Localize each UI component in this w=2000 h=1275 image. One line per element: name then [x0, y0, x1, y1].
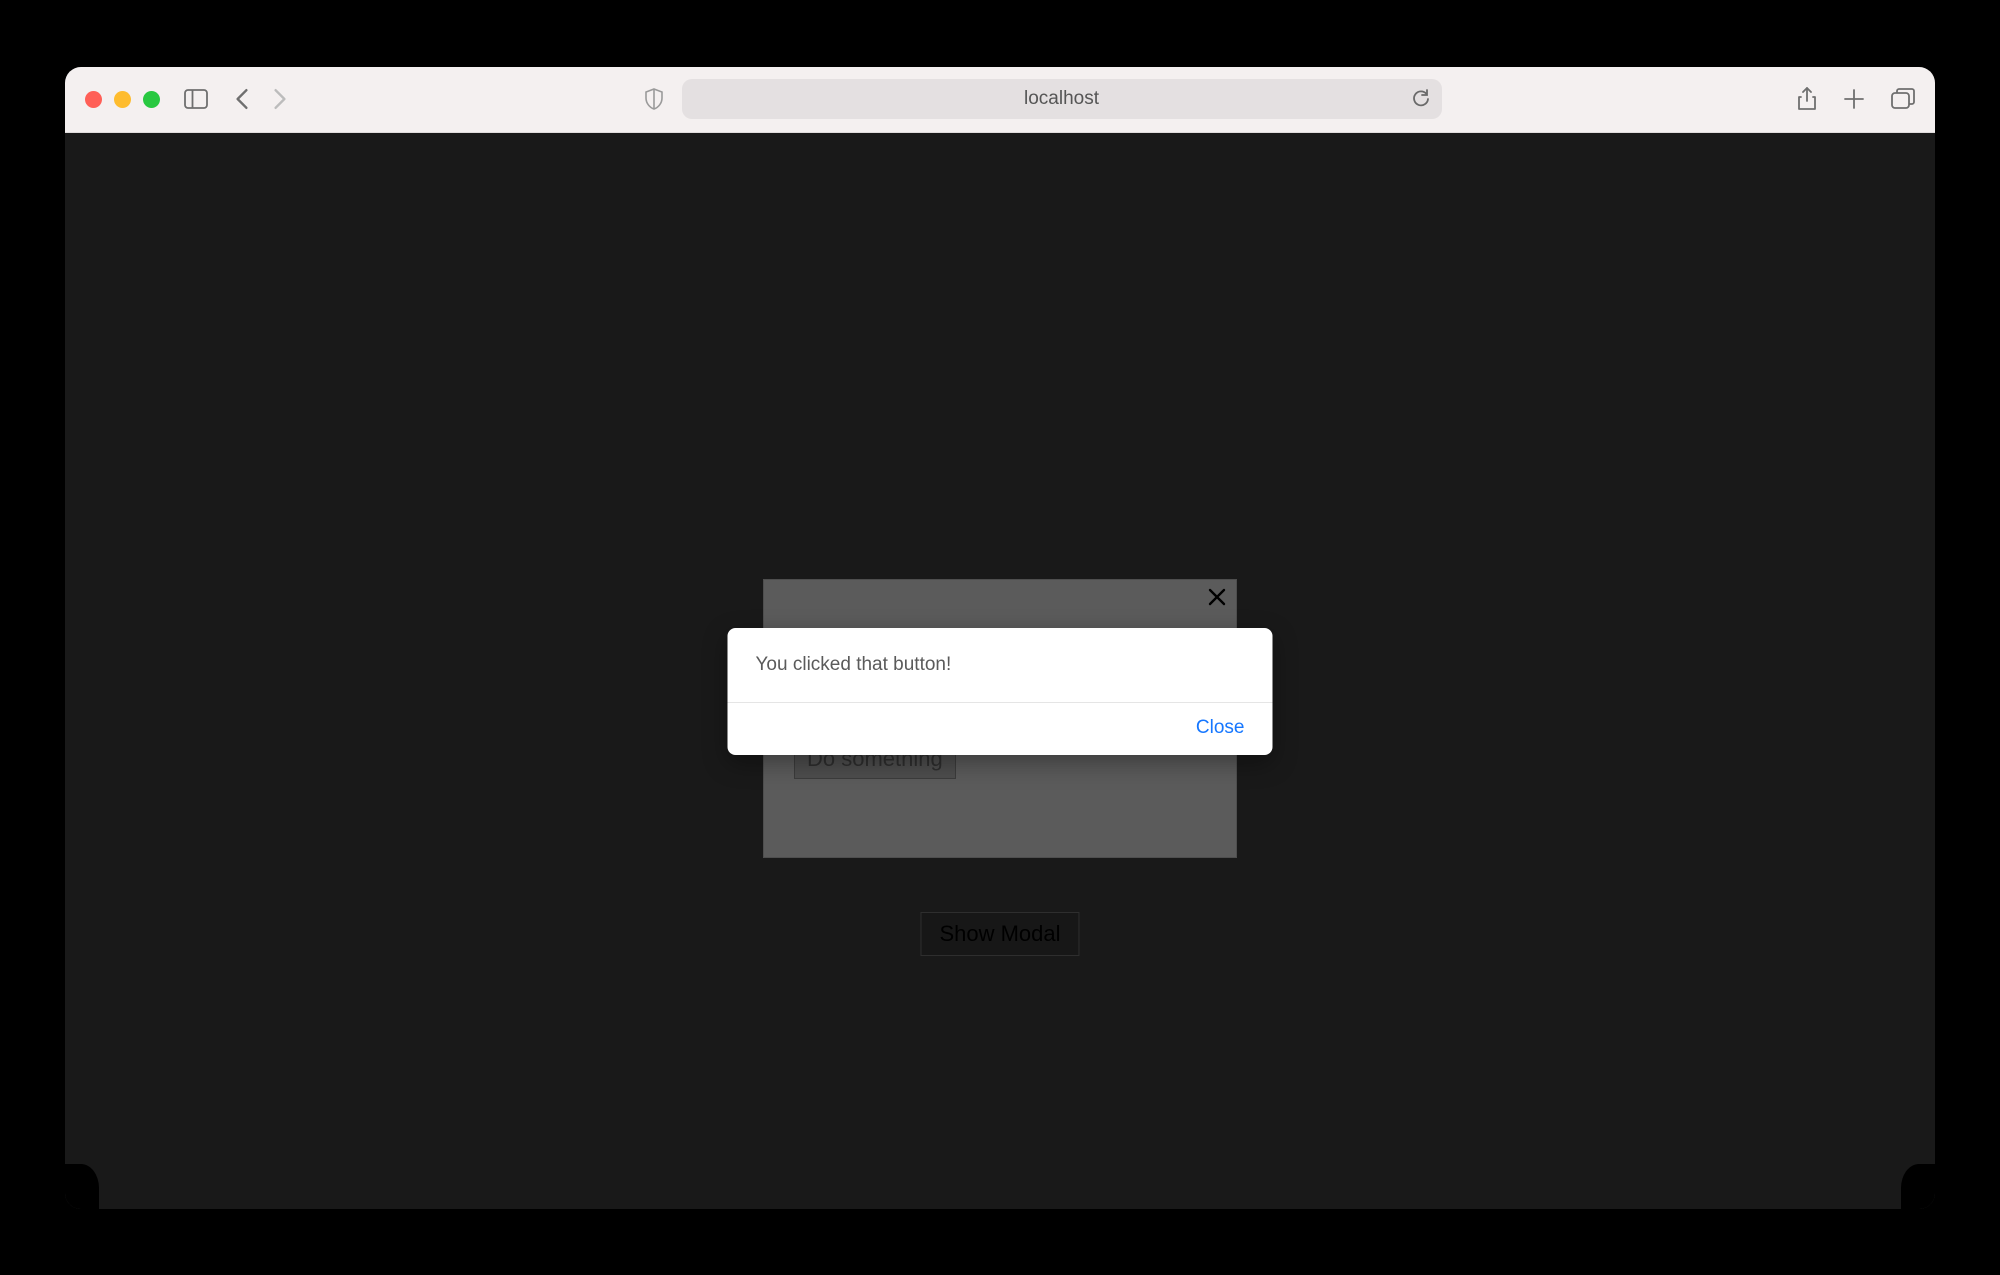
alert-actions: Close [728, 703, 1273, 755]
tab-overview-icon[interactable] [1891, 88, 1915, 110]
sidebar-toggle-icon[interactable] [184, 89, 208, 109]
forward-arrow-icon[interactable] [272, 88, 288, 110]
alert-close-button[interactable]: Close [1196, 717, 1245, 739]
browser-window: localhost [65, 67, 1935, 1209]
window-minimize-button[interactable] [114, 91, 131, 108]
right-toolbar [1797, 87, 1915, 111]
address-bar-text: localhost [1024, 88, 1099, 110]
reload-icon[interactable] [1412, 89, 1430, 109]
window-zoom-button[interactable] [143, 91, 160, 108]
share-icon[interactable] [1797, 87, 1817, 111]
page-stack: Do something Show Modal You clicked that… [65, 133, 1935, 1209]
alert-dialog: You clicked that button! Close [728, 628, 1273, 755]
new-tab-icon[interactable] [1843, 88, 1865, 110]
alert-message: You clicked that button! [728, 628, 1273, 703]
privacy-shield-icon[interactable] [644, 88, 664, 110]
navigation-buttons [234, 88, 288, 110]
back-arrow-icon[interactable] [234, 88, 250, 110]
corner-notch-right [1901, 1164, 1935, 1209]
corner-notch-left [65, 1164, 99, 1209]
window-close-button[interactable] [85, 91, 102, 108]
address-bar[interactable]: localhost [682, 79, 1442, 119]
browser-titlebar: localhost [65, 67, 1935, 133]
window-controls [85, 91, 160, 108]
page-content: Do something Show Modal You clicked that… [65, 133, 1935, 1209]
